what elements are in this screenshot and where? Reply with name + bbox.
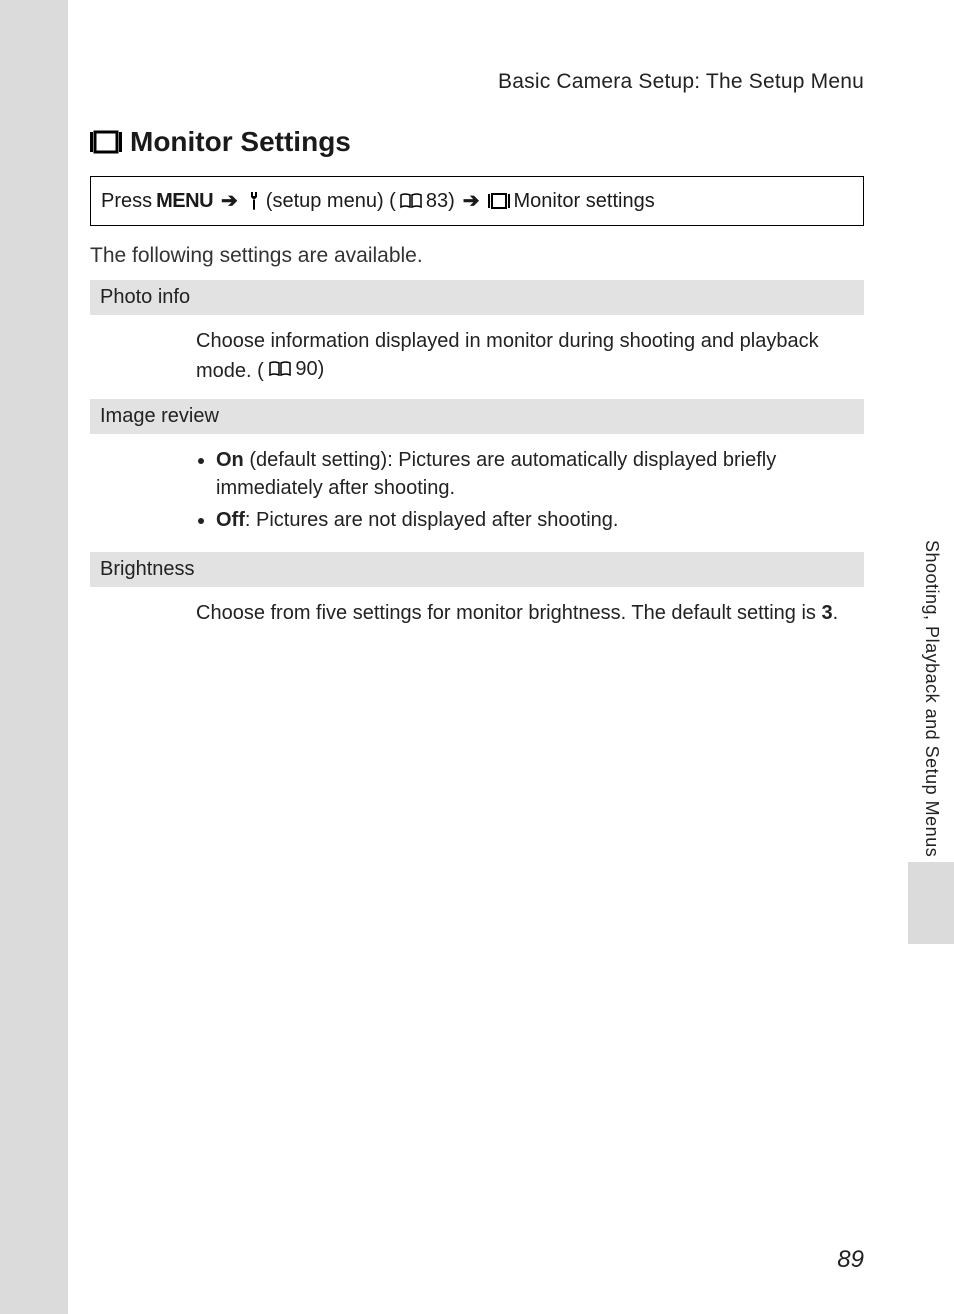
row-body-image-review: On (default setting): Pictures are autom… [90,434,864,552]
option-on: On [216,449,244,471]
navigation-path-box: Press MENU ➔ (setup menu) ( 83) ➔ Monito… [90,176,864,226]
side-tab-label: Shooting, Playback and Setup Menus [920,540,942,857]
page-heading: Monitor Settings [68,94,954,158]
row-header-photo-info: Photo info [90,280,864,315]
row-body-brightness: Choose from five settings for monitor br… [90,587,864,641]
nav-monitor-settings: Monitor settings [514,187,655,215]
wrench-icon [246,191,262,211]
nav-ref1: 83) [426,187,455,215]
book-icon [400,193,422,209]
option-off: Off [216,509,245,531]
section-header: Basic Camera Setup: The Setup Menu [68,0,954,94]
heading-text: Monitor Settings [130,126,351,158]
intro-text: The following settings are available. [68,226,954,268]
list-item: On (default setting): Pictures are autom… [216,446,854,502]
settings-table: Photo info Choose information displayed … [90,280,864,641]
arrow-icon: ➔ [463,187,480,215]
manual-page: Basic Camera Setup: The Setup Menu Monit… [68,0,954,1314]
page-number: 89 [837,1246,864,1274]
list-item: Off: Pictures are not displayed after sh… [216,506,854,534]
row-body-photo-info: Choose information displayed in monitor … [90,315,864,399]
page-reference: 90) [269,355,324,383]
brightness-default: 3 [822,602,833,624]
side-tab-marker [908,862,954,944]
row-header-brightness: Brightness [90,552,864,587]
row-header-image-review: Image review [90,399,864,434]
brightness-text-pre: Choose from five settings for monitor br… [196,602,822,624]
page-ref-number: 90) [295,355,324,383]
monitor-settings-icon [90,130,122,154]
book-icon [269,361,291,377]
arrow-icon: ➔ [221,187,238,215]
menu-button-label: MENU [156,187,213,215]
brightness-text-post: . [833,602,839,624]
option-on-desc: (default setting): Pictures are automati… [216,449,776,499]
monitor-icon [488,193,510,209]
nav-press: Press [101,187,152,215]
nav-setup: (setup menu) ( [266,187,396,215]
option-off-desc: : Pictures are not displayed after shoot… [245,509,619,531]
